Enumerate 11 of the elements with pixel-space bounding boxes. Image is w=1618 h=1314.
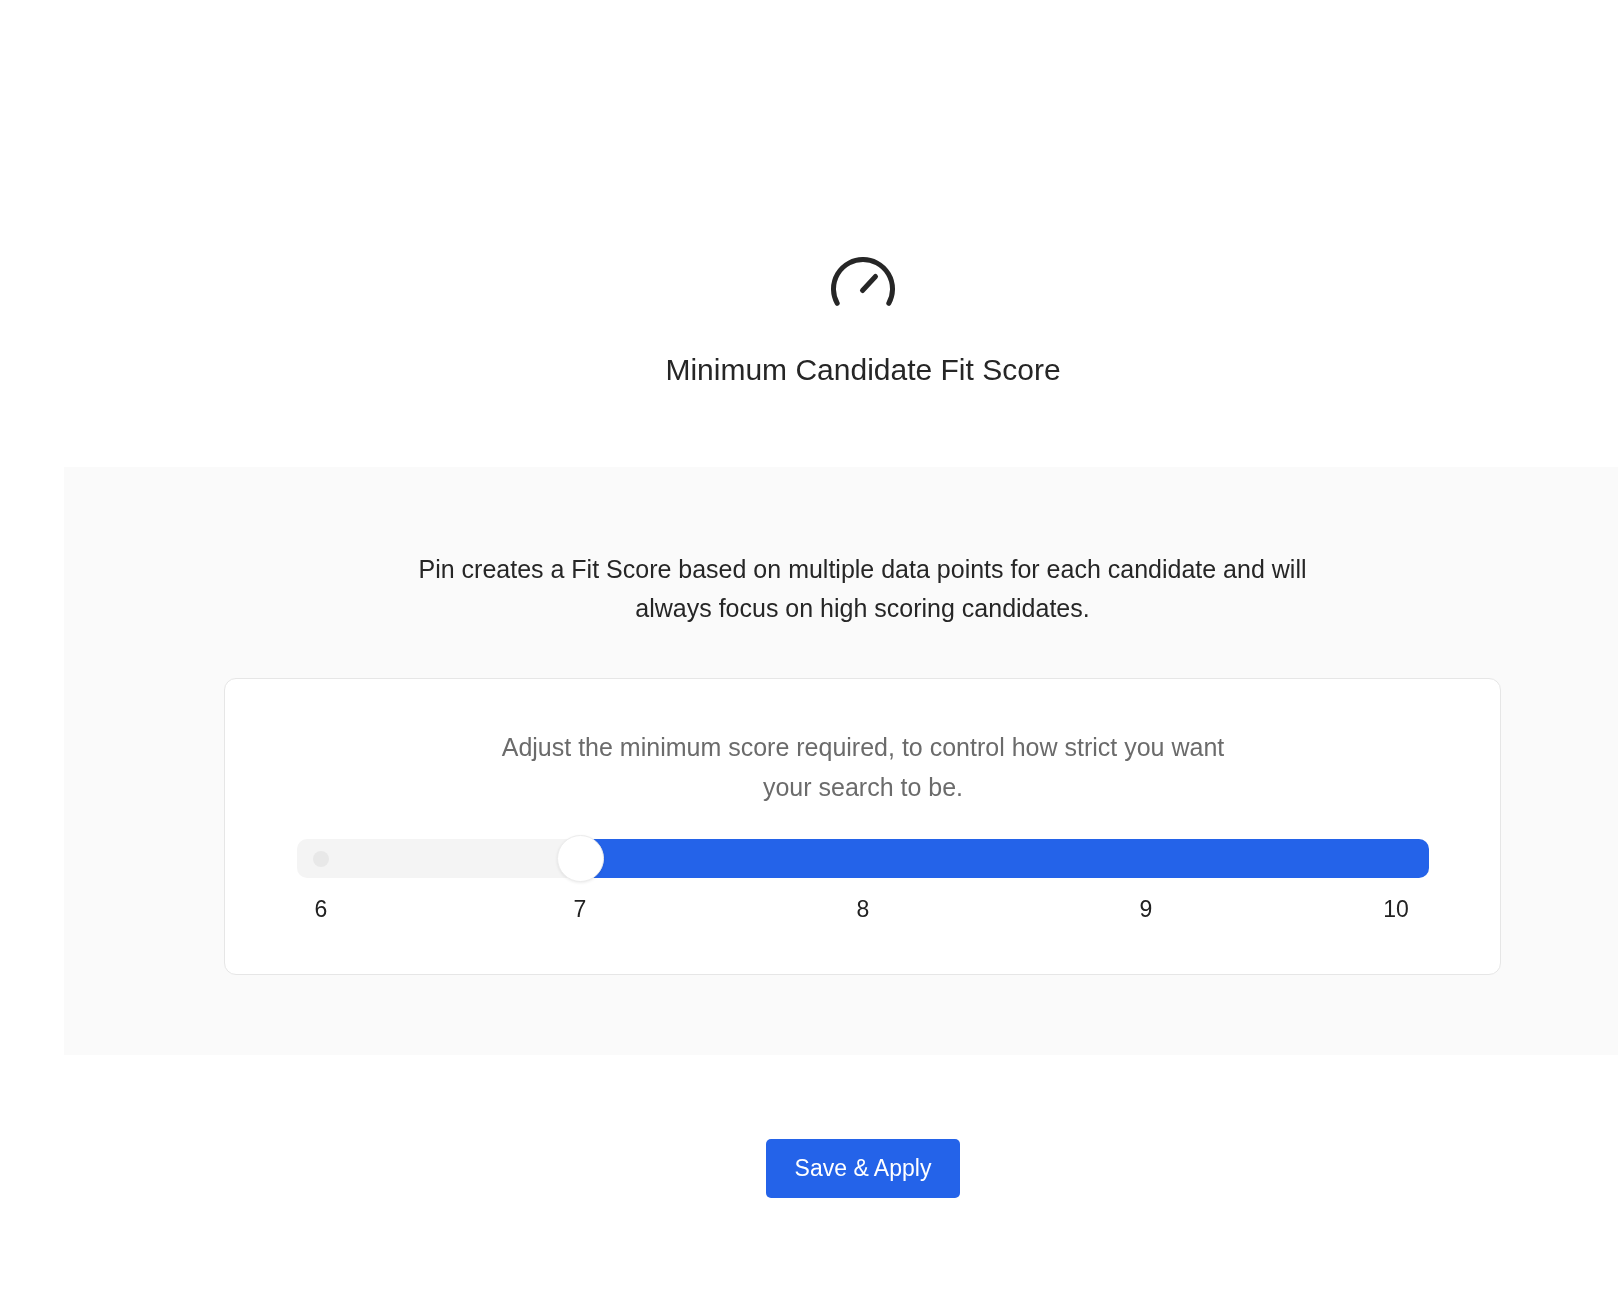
page-title: Minimum Candidate Fit Score	[665, 352, 1061, 388]
tick-label: 9	[1139, 895, 1153, 923]
tick-label: 10	[1383, 895, 1409, 923]
tick-label: 8	[856, 895, 870, 923]
save-apply-button[interactable]: Save & Apply	[765, 1139, 961, 1198]
slider-thumb[interactable]	[556, 835, 604, 882]
gauge-icon	[831, 257, 895, 306]
description-text: Pin creates a Fit Score based on multiple data points for each candidate and will always focus on high scoring candidates.	[417, 554, 1308, 624]
tick-label: 6	[314, 895, 328, 923]
tick-label: 7	[573, 895, 587, 923]
instruction-text: Adjust the minimum score required, to control how strict you want your search to be.	[500, 732, 1226, 803]
